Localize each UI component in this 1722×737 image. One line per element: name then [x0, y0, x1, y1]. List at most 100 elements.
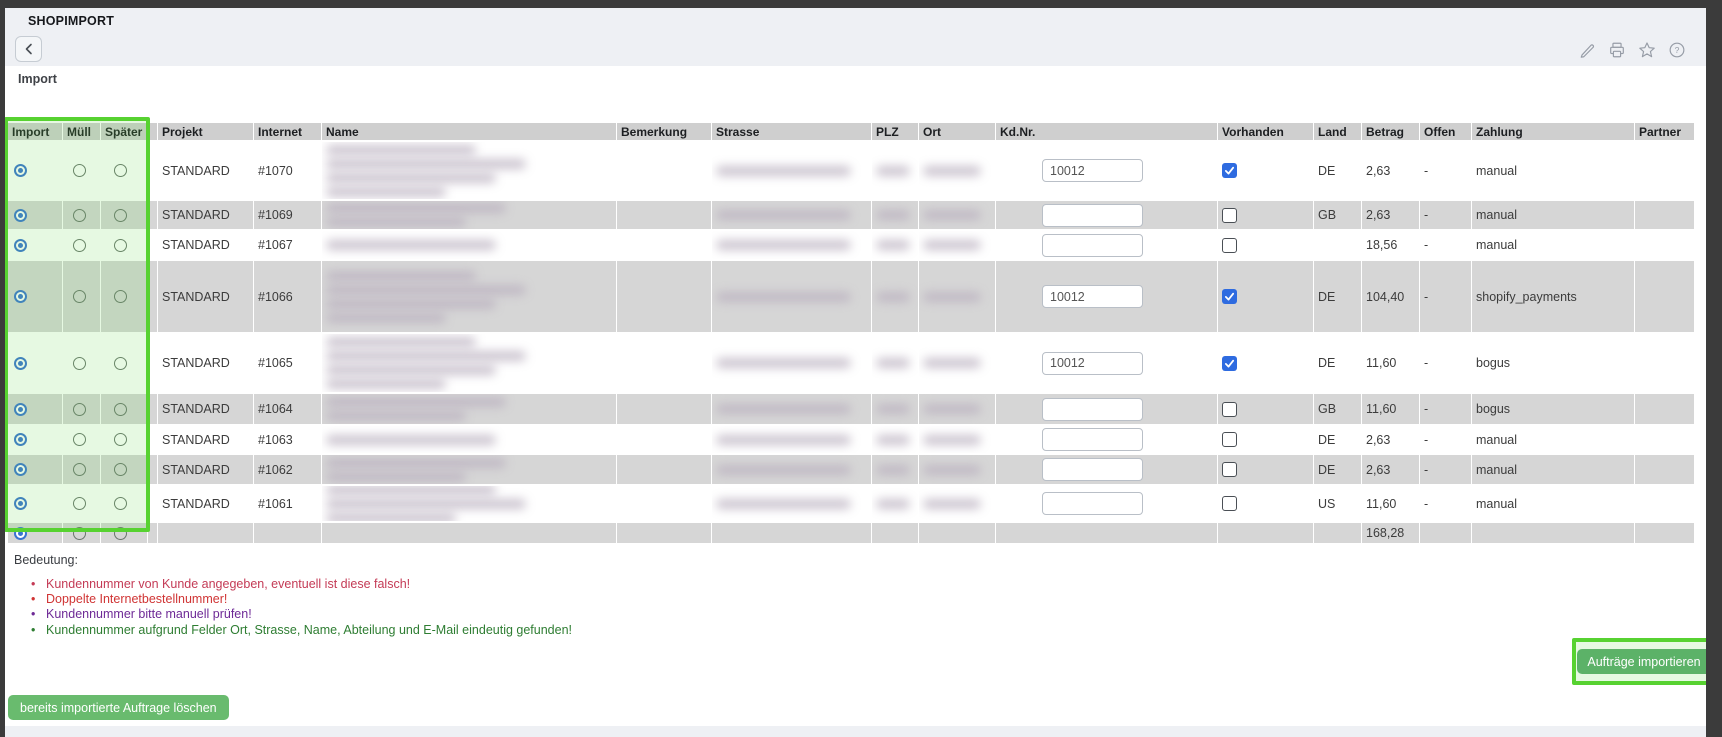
import-radio[interactable]: [14, 527, 27, 540]
projekt-value: STANDARD: [158, 433, 230, 447]
vorhanden-checkbox[interactable]: [1222, 238, 1237, 253]
table-row: STANDARD#1065DE11,60-bogus: [8, 334, 1695, 394]
redacted-name: [322, 435, 496, 445]
offen-value: -: [1420, 238, 1428, 252]
redacted-strasse: [716, 435, 851, 445]
legend-item: Kundennummer von Kunde angegeben, eventu…: [46, 577, 572, 591]
spaeter-radio[interactable]: [114, 239, 127, 252]
table-header-row: ImportMüllSpäterProjektInternetNameBemer…: [8, 123, 1695, 142]
edit-icon[interactable]: [1577, 40, 1596, 59]
offen-value: -: [1420, 356, 1428, 370]
land-value: DE: [1314, 433, 1335, 447]
redacted-ort: [923, 499, 981, 509]
betrag-value: 104,40: [1362, 290, 1404, 304]
offen-value: -: [1420, 402, 1428, 416]
muell-radio[interactable]: [73, 357, 86, 370]
kdnr-input[interactable]: [1042, 398, 1143, 421]
back-button[interactable]: [15, 36, 42, 62]
land-value: US: [1314, 497, 1335, 511]
redacted-strasse: [716, 292, 851, 302]
import-radio[interactable]: [14, 497, 27, 510]
vorhanden-checkbox[interactable]: [1222, 289, 1237, 304]
vorhanden-checkbox[interactable]: [1222, 462, 1237, 477]
offen-value: -: [1420, 433, 1428, 447]
spaeter-radio[interactable]: [114, 164, 127, 177]
import-radio[interactable]: [14, 403, 27, 416]
spaeter-radio[interactable]: [114, 209, 127, 222]
column-header: Später: [101, 125, 142, 139]
muell-radio[interactable]: [73, 497, 86, 510]
kdnr-input[interactable]: [1042, 352, 1143, 375]
kdnr-input[interactable]: [1042, 492, 1143, 515]
muell-radio[interactable]: [73, 433, 86, 446]
window-edge-right: [1706, 0, 1722, 737]
spaeter-radio[interactable]: [114, 290, 127, 303]
muell-radio[interactable]: [73, 403, 86, 416]
redacted-strasse: [716, 240, 851, 250]
delete-imported-button[interactable]: bereits importierte Auftrage löschen: [8, 695, 229, 720]
import-radio[interactable]: [14, 164, 27, 177]
vorhanden-checkbox[interactable]: [1222, 402, 1237, 417]
import-radio[interactable]: [14, 357, 27, 370]
redacted-ort: [923, 404, 981, 414]
kdnr-input[interactable]: [1042, 428, 1143, 451]
muell-radio[interactable]: [73, 290, 86, 303]
muell-radio[interactable]: [73, 463, 86, 476]
zahlung-value: manual: [1472, 238, 1517, 252]
import-radio[interactable]: [14, 290, 27, 303]
muell-radio[interactable]: [73, 239, 86, 252]
land-value: GB: [1314, 402, 1336, 416]
vorhanden-checkbox[interactable]: [1222, 432, 1237, 447]
legend-title: Bedeutung:: [14, 553, 78, 567]
import-radio[interactable]: [14, 463, 27, 476]
muell-radio[interactable]: [73, 209, 86, 222]
spaeter-radio[interactable]: [114, 527, 127, 540]
redacted-plz: [876, 499, 910, 509]
spaeter-radio[interactable]: [114, 463, 127, 476]
offen-value: -: [1420, 290, 1428, 304]
offen-value: -: [1420, 208, 1428, 222]
vorhanden-checkbox[interactable]: [1222, 163, 1237, 178]
spaeter-radio[interactable]: [114, 357, 127, 370]
muell-radio[interactable]: [73, 164, 86, 177]
column-header: Projekt: [158, 125, 203, 139]
zahlung-value: bogus: [1472, 356, 1510, 370]
spaeter-radio[interactable]: [114, 497, 127, 510]
import-orders-button[interactable]: Aufträge importieren: [1577, 649, 1710, 674]
redacted-ort: [923, 292, 981, 302]
betrag-value: 18,56: [1362, 238, 1397, 252]
redacted-ort: [923, 166, 981, 176]
vorhanden-checkbox[interactable]: [1222, 208, 1237, 223]
table-total-row: 168,28: [8, 523, 1695, 545]
import-radio[interactable]: [14, 209, 27, 222]
kdnr-input[interactable]: [1042, 285, 1143, 308]
spaeter-radio[interactable]: [114, 433, 127, 446]
redacted-strasse: [716, 404, 851, 414]
redacted-plz: [876, 166, 910, 176]
projekt-value: STANDARD: [158, 497, 230, 511]
kdnr-input[interactable]: [1042, 159, 1143, 182]
land-value: GB: [1314, 208, 1336, 222]
betrag-value: 11,60: [1362, 497, 1396, 511]
kdnr-input[interactable]: [1042, 204, 1143, 227]
redacted-strasse: [716, 166, 851, 176]
print-icon[interactable]: [1607, 40, 1626, 59]
redacted-ort: [923, 240, 981, 250]
internet-value: #1064: [254, 402, 293, 416]
kdnr-input[interactable]: [1042, 458, 1143, 481]
vorhanden-checkbox[interactable]: [1222, 496, 1237, 511]
column-header: Bemerkung: [617, 125, 687, 139]
kdnr-input[interactable]: [1042, 234, 1143, 257]
column-header: Müll: [63, 125, 91, 139]
import-radio[interactable]: [14, 433, 27, 446]
help-icon[interactable]: ?: [1667, 40, 1686, 59]
land-value: DE: [1314, 463, 1335, 477]
internet-value: #1070: [254, 164, 293, 178]
favorite-icon[interactable]: [1637, 40, 1656, 59]
import-radio[interactable]: [14, 239, 27, 252]
muell-radio[interactable]: [73, 527, 86, 540]
column-header: Strasse: [712, 125, 759, 139]
table-row: STANDARD#1062DE2,63-manual: [8, 455, 1695, 486]
spaeter-radio[interactable]: [114, 403, 127, 416]
vorhanden-checkbox[interactable]: [1222, 356, 1237, 371]
